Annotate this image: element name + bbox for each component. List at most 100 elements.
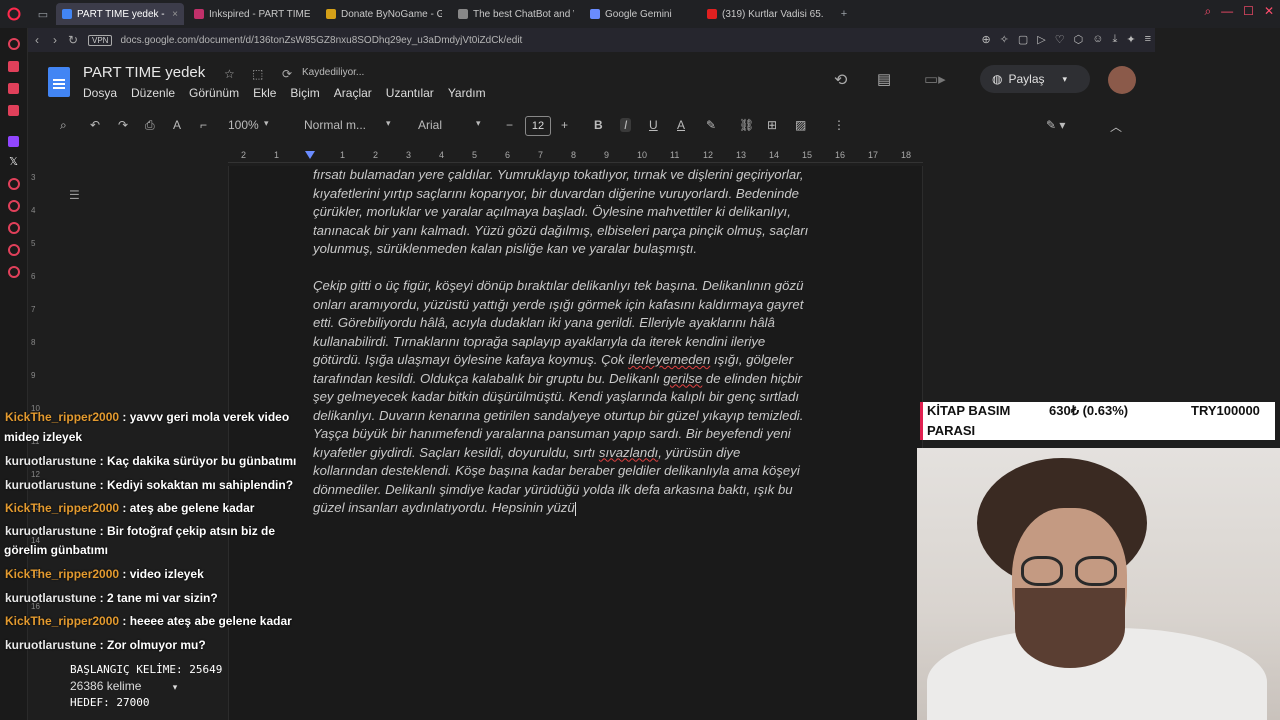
chat-username[interactable]: kuruotlarustune (5, 524, 96, 538)
tab-close-icon[interactable]: × (172, 9, 178, 20)
zoom-icon[interactable]: ⊕ (981, 33, 990, 46)
forward-icon[interactable]: › (46, 33, 64, 47)
paragraph-2[interactable]: Çekip gitti o üç figür, köşeyi dönüp bır… (313, 277, 848, 518)
move-folder-icon[interactable]: ⬚ (252, 67, 263, 81)
meet-icon[interactable]: ▭▸ (924, 70, 946, 88)
version-history-icon[interactable]: ⟲ (834, 70, 847, 90)
document-outline-icon[interactable]: ☰ (69, 188, 80, 202)
paint-format-icon[interactable]: ⌐ (200, 118, 207, 132)
tab-overview-icon[interactable]: ▭ (34, 5, 52, 23)
redo-icon[interactable]: ↷ (118, 118, 128, 132)
paragraph-1[interactable]: fırsatı bulamadan yere çaldılar. Yumrukl… (313, 166, 848, 259)
sidebar-mail-icon[interactable] (8, 105, 19, 116)
search-icon[interactable]: ⌕ (1204, 4, 1211, 19)
sidebar-player-icon[interactable] (7, 178, 20, 190)
heart-icon[interactable]: ♡ (1055, 33, 1065, 46)
tab-1[interactable]: Inkspired - PART TIME (188, 3, 316, 25)
document-page[interactable]: ☰ fırsatı bulamadan yere çaldılar. Yumru… (69, 166, 923, 720)
text-color-icon[interactable]: A (677, 118, 685, 132)
tab-2[interactable]: Donate ByNoGame - Gele (320, 3, 448, 25)
tab-5[interactable]: (319) Kurtlar Vadisi 65. Bö (701, 3, 829, 25)
avatar[interactable] (1108, 66, 1136, 94)
add-comment-icon[interactable]: ⊞ (767, 118, 777, 132)
chat-username[interactable]: KickThe_ripper2000 (5, 501, 119, 515)
style-chevron-icon[interactable]: ▾ (386, 118, 391, 129)
menu-item-2[interactable]: Görünüm (189, 86, 239, 100)
sidebar-history-icon[interactable] (7, 222, 20, 234)
chat-username[interactable]: KickThe_ripper2000 (5, 614, 119, 628)
insert-image-icon[interactable]: ▨ (795, 118, 806, 132)
menu-item-4[interactable]: Biçim (290, 86, 319, 100)
menu-item-6[interactable]: Uzantılar (386, 86, 434, 100)
account-icon[interactable]: ☺ (1092, 33, 1103, 46)
zoom-select[interactable]: 100% (228, 118, 259, 132)
sidebar-bag-icon[interactable] (8, 61, 19, 72)
highlight-icon[interactable]: ✎ (706, 118, 716, 132)
back-icon[interactable]: ‹ (28, 33, 46, 47)
menu-item-5[interactable]: Araçlar (334, 86, 372, 100)
menu-item-1[interactable]: Düzenle (131, 86, 175, 100)
font-size-decrease-icon[interactable]: − (506, 118, 513, 132)
horizontal-ruler[interactable]: 2 1 1 2 3 4 5 6 7 8 9 10 11 12 13 14 15 16 17 18 (228, 149, 923, 163)
misspelled-word[interactable]: ilerleyemeden (628, 352, 710, 367)
sidebar-extensions-icon[interactable] (7, 244, 20, 256)
tab-4[interactable]: Google Gemini (584, 3, 697, 25)
italic-icon[interactable]: I (620, 118, 632, 132)
misspelled-word[interactable]: gerilse (663, 371, 702, 386)
misspelled-word[interactable]: sıvazlandı (599, 445, 658, 460)
font-chevron-icon[interactable]: ▾ (476, 118, 481, 129)
chat-username[interactable]: kuruotlarustune (5, 638, 96, 652)
menu-item-7[interactable]: Yardım (448, 86, 486, 100)
sidebar-x-icon[interactable]: 𝕏 (0, 155, 27, 168)
maximize-icon[interactable]: ☐ (1243, 4, 1254, 19)
close-icon[interactable]: ✕ (1264, 4, 1274, 19)
download-icon[interactable]: ⤓ (1112, 33, 1117, 46)
zoom-chevron-icon[interactable]: ▾ (264, 118, 269, 129)
comments-icon[interactable]: ▤ (877, 70, 891, 88)
menu-item-0[interactable]: Dosya (83, 86, 117, 100)
collapse-menus-icon[interactable]: ︿ (1110, 118, 1122, 135)
url-text[interactable]: docs.google.com/document/d/136tonZsW85GZ… (120, 35, 522, 46)
chat-username[interactable]: kuruotlarustune (5, 454, 96, 468)
underline-icon[interactable]: U (649, 118, 658, 132)
menu-item-3[interactable]: Ekle (253, 86, 276, 100)
document-title[interactable]: PART TIME yedek (83, 64, 205, 81)
sidebar-twitch-icon[interactable] (8, 136, 19, 147)
search-menus-icon[interactable]: ⌕ (60, 118, 67, 133)
chat-username[interactable]: kuruotlarustune (5, 591, 96, 605)
sync-icon[interactable]: ⟳ (282, 67, 292, 81)
font-size-input[interactable]: 12 (525, 116, 551, 136)
chat-username[interactable]: KickThe_ripper2000 (5, 567, 119, 581)
sidebar-bookmarks-icon[interactable] (7, 200, 20, 212)
bold-icon[interactable]: B (594, 118, 603, 132)
docs-logo-icon[interactable] (48, 67, 70, 97)
font-select[interactable]: Arial (418, 118, 442, 132)
extension-icon[interactable]: ⬡ (1074, 33, 1084, 46)
chat-username[interactable]: kuruotlarustune (5, 478, 96, 492)
link-icon[interactable]: ⛓ (739, 118, 754, 132)
chat-username[interactable]: KickThe_ripper2000 (5, 410, 119, 424)
more-options-icon[interactable]: ⋮ (833, 118, 845, 132)
font-size-increase-icon[interactable]: + (561, 118, 568, 132)
star-icon[interactable]: ☆ (224, 67, 235, 81)
new-tab-icon[interactable]: + (835, 5, 853, 23)
menu-icon[interactable]: ≡ (1145, 33, 1151, 46)
play-icon[interactable]: ▷ (1037, 33, 1045, 46)
sidebar-gamepad-icon[interactable] (8, 83, 19, 94)
minimize-icon[interactable]: — (1221, 4, 1233, 19)
vpn-badge[interactable]: VPN (88, 34, 113, 46)
print-icon[interactable]: ⎙ (145, 118, 155, 133)
reload-icon[interactable]: ↻ (64, 33, 82, 47)
sidebar-speed-dial-icon[interactable] (7, 38, 20, 50)
share-button[interactable]: ◍ Paylaş ▾ (980, 65, 1090, 93)
spellcheck-icon[interactable]: A (173, 118, 181, 132)
sidebar-settings-icon[interactable] (7, 266, 20, 278)
tab-3[interactable]: The best ChatBot and Wri (452, 3, 580, 25)
pin-icon[interactable]: ✧ (1000, 33, 1009, 46)
browser-logo-icon[interactable] (0, 0, 28, 28)
tab-0[interactable]: PART TIME yedek - Googl × (56, 3, 184, 25)
undo-icon[interactable]: ↶ (90, 118, 100, 132)
ai-icon[interactable]: ✦ (1126, 33, 1135, 46)
editing-mode-icon[interactable]: ✎ ▾ (1046, 118, 1065, 132)
left-indent-marker[interactable] (305, 151, 315, 159)
